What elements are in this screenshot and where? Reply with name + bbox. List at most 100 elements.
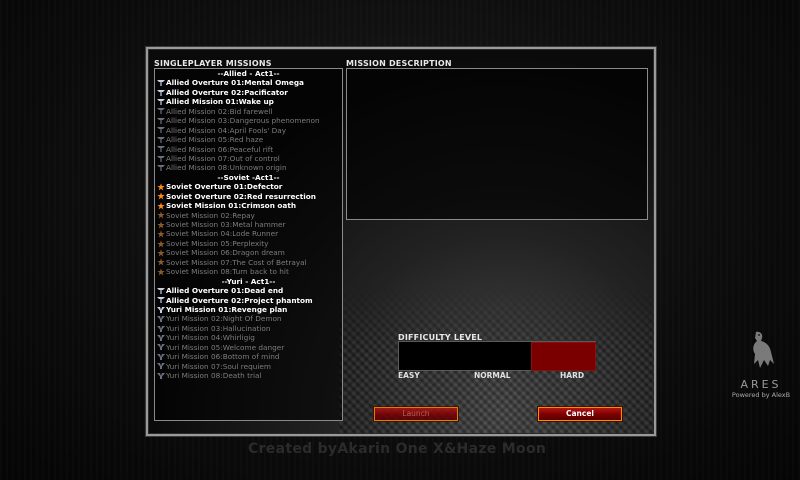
soviet-star-icon: [157, 268, 165, 276]
mission-item[interactable]: Soviet Mission 07:The Cost of Betrayal: [155, 258, 342, 267]
yuri-emblem-icon: [157, 334, 165, 342]
allied-eagle-icon: [157, 145, 165, 153]
mission-label: Allied Mission 03:Dangerous phenomenon: [166, 116, 320, 126]
mission-item[interactable]: Soviet Mission 01:Crimson oath: [155, 201, 342, 210]
ares-subtitle: Powered by AlexB: [731, 391, 791, 399]
mission-group-header: --Yuri - Act1--: [155, 277, 342, 286]
difficulty-easy-label: EASY: [398, 371, 420, 380]
mission-label: Allied Mission 05:Red haze: [166, 135, 264, 145]
mission-item[interactable]: Allied Overture 01:Dead end: [155, 286, 342, 295]
yuri-emblem-icon: [157, 362, 165, 370]
mission-label: Soviet Mission 03:Metal hammer: [166, 220, 286, 229]
mission-item[interactable]: Soviet Mission 04:Lode Runner: [155, 229, 342, 238]
mission-item[interactable]: Allied Overture 01:Mental Omega: [155, 78, 342, 87]
mission-item[interactable]: Yuri Mission 04:Whirligig: [155, 333, 342, 342]
mission-item[interactable]: Yuri Mission 01:Revenge plan: [155, 305, 342, 314]
mission-item[interactable]: Allied Mission 01:Wake up: [155, 97, 342, 106]
mission-item[interactable]: Soviet Mission 03:Metal hammer: [155, 220, 342, 229]
mission-select-dialog: SINGLEPLAYER MISSIONS MISSION DESCRIPTIO…: [146, 47, 656, 436]
cancel-button[interactable]: Cancel: [538, 407, 622, 421]
yuri-emblem-icon: [157, 372, 165, 380]
mission-label: Allied Mission 08:Unknown origin: [166, 163, 287, 173]
mission-item[interactable]: Yuri Mission 03:Hallucination: [155, 324, 342, 333]
soviet-star-icon: [157, 211, 165, 219]
mission-item[interactable]: Soviet Mission 05:Perplexity: [155, 239, 342, 248]
mission-label: Allied Overture 01:Dead end: [166, 286, 284, 296]
mission-item[interactable]: Allied Mission 07:Out of control: [155, 154, 342, 163]
difficulty-easy-option[interactable]: [398, 341, 531, 371]
description-title: MISSION DESCRIPTION: [346, 59, 452, 68]
mission-item[interactable]: Allied Mission 04:April Fools' Day: [155, 126, 342, 135]
mission-label: Allied Overture 02:Project phantom: [166, 295, 313, 305]
mission-item[interactable]: Soviet Mission 02:Repay: [155, 211, 342, 220]
yuri-emblem-icon: [157, 315, 165, 323]
difficulty-normal-label: NORMAL: [474, 371, 511, 380]
mission-label: Soviet Mission 06:Dragon dream: [166, 248, 285, 258]
allied-eagle-icon: [157, 126, 165, 134]
allied-eagle-icon: [157, 107, 165, 115]
mission-label: Soviet Mission 04:Lode Runner: [166, 229, 279, 239]
mission-description-text: [347, 69, 647, 77]
mission-item[interactable]: Allied Overture 02:Project phantom: [155, 296, 342, 305]
mission-group-header: --Soviet -Act1--: [155, 173, 342, 182]
mission-label: Allied Mission 06:Peaceful rift: [166, 144, 274, 154]
mission-item[interactable]: Allied Overture 02:Pacificator: [155, 88, 342, 97]
allied-eagle-icon: [157, 98, 165, 106]
allied-eagle-icon: [157, 287, 165, 295]
mission-label: Soviet Mission 02:Repay: [166, 210, 255, 220]
difficulty-hard-option[interactable]: [531, 342, 596, 371]
soviet-star-icon: [157, 192, 165, 200]
mission-label: --Yuri - Act1--: [221, 276, 276, 286]
mission-item[interactable]: Soviet Mission 08:Turn back to hit: [155, 267, 342, 276]
credits-text: Created byAkarin One X&Haze Moon: [248, 441, 547, 457]
mission-label: Yuri Mission 03:Hallucination: [166, 323, 271, 333]
mission-item[interactable]: Allied Mission 08:Unknown origin: [155, 163, 342, 172]
mission-label: Allied Mission 01:Wake up: [166, 97, 274, 107]
mission-label: Soviet Mission 07:The Cost of Betrayal: [166, 257, 307, 267]
yuri-emblem-icon: [157, 306, 165, 314]
mission-label: Yuri Mission 01:Revenge plan: [166, 304, 288, 314]
mission-item[interactable]: Allied Mission 06:Peaceful rift: [155, 145, 342, 154]
allied-eagle-icon: [157, 89, 165, 97]
allied-eagle-icon: [157, 136, 165, 144]
allied-eagle-icon: [157, 117, 165, 125]
allied-eagle-icon: [157, 155, 165, 163]
mission-item[interactable]: Yuri Mission 06:Bottom of mind: [155, 352, 342, 361]
mission-label: Allied Mission 07:Out of control: [166, 153, 280, 163]
mission-item[interactable]: Yuri Mission 05:Welcome danger: [155, 343, 342, 352]
mission-item[interactable]: Yuri Mission 02:Night Of Demon: [155, 314, 342, 323]
mission-item[interactable]: Allied Mission 05:Red haze: [155, 135, 342, 144]
allied-eagle-icon: [157, 164, 165, 172]
mission-item[interactable]: Allied Mission 03:Dangerous phenomenon: [155, 116, 342, 125]
soviet-star-icon: [157, 202, 165, 210]
mission-group-header: --Allied - Act1--: [155, 69, 342, 78]
soviet-star-icon: [157, 183, 165, 191]
mission-label: Soviet Overture 02:Red resurrection: [166, 191, 316, 201]
difficulty-hard-label: HARD: [560, 371, 585, 380]
mission-item[interactable]: Soviet Overture 02:Red resurrection: [155, 192, 342, 201]
soviet-star-icon: [157, 221, 165, 229]
soviet-star-icon: [157, 239, 165, 248]
mission-label: Soviet Mission 01:Crimson oath: [166, 201, 297, 211]
mission-label: Allied Overture 01:Mental Omega: [166, 78, 304, 88]
vulture-logo-icon: [744, 331, 778, 374]
mission-label: --Allied - Act1--: [217, 69, 280, 78]
mission-list[interactable]: --Allied - Act1-- Allied Overture 01:Ment…: [154, 68, 343, 421]
mission-label: Yuri Mission 04:Whirligig: [166, 333, 255, 343]
ares-title: ARES: [740, 378, 782, 391]
mission-item[interactable]: Yuri Mission 08:Death trial: [155, 371, 342, 380]
launch-button[interactable]: Launch: [374, 407, 458, 421]
mission-item[interactable]: Allied Mission 02:Bid farewell: [155, 107, 342, 116]
mission-label: --Soviet -Act1--: [217, 172, 280, 182]
ares-branding: ARES Powered by AlexB: [722, 330, 800, 399]
missions-title: SINGLEPLAYER MISSIONS: [154, 59, 272, 68]
mission-description-box: [346, 68, 648, 220]
mission-item[interactable]: Yuri Mission 07:Soul requiem: [155, 362, 342, 371]
yuri-emblem-icon: [157, 343, 165, 351]
mission-label: Yuri Mission 02:Night Of Demon: [166, 314, 282, 324]
mission-item[interactable]: Soviet Mission 06:Dragon dream: [155, 248, 342, 257]
mission-item[interactable]: Soviet Overture 01:Defector: [155, 182, 342, 191]
mission-label: Allied Mission 04:April Fools' Day: [166, 125, 287, 135]
allied-eagle-icon: [157, 79, 165, 87]
soviet-star-icon: [157, 230, 165, 238]
